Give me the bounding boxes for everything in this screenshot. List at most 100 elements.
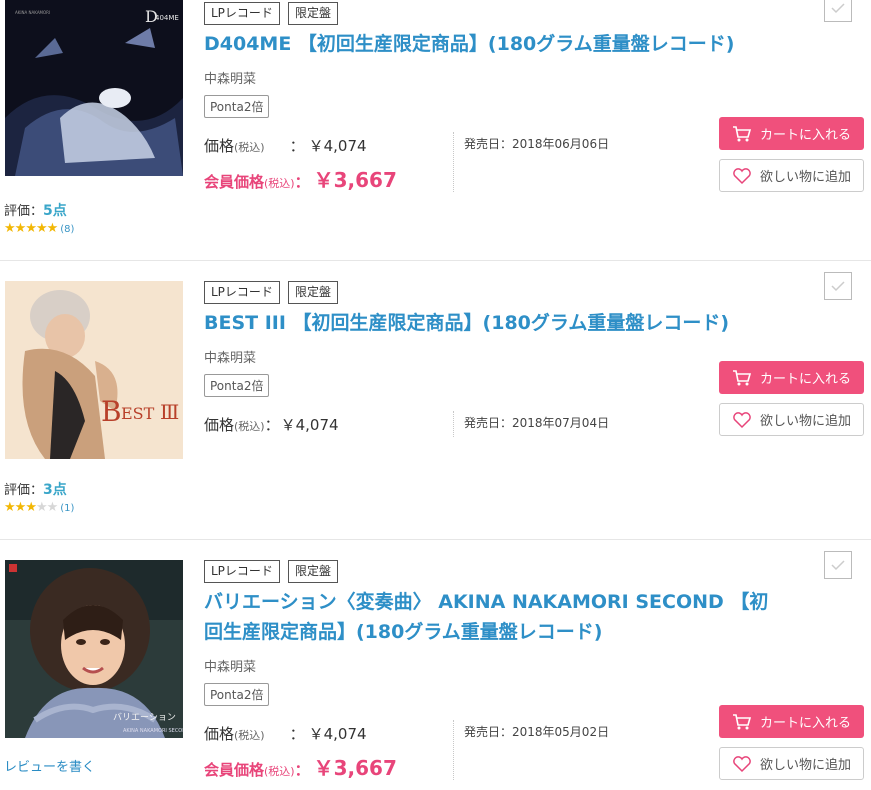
star-icon: ★ [25, 221, 37, 236]
tax-label: (税込) [234, 729, 265, 742]
price-value: ￥4,074 [280, 416, 339, 434]
divider-dotted [453, 720, 454, 780]
wish-button-label: 欲しい物に追加 [759, 758, 851, 773]
member-tax-label: (税込) [264, 765, 295, 778]
album-cover-best-iii[interactable]: B EST Ⅲ [5, 281, 183, 459]
product-title-link[interactable]: BEST III 【初回生産限定商品】(180グラム重量盤レコード) [204, 308, 814, 338]
product-item: B EST Ⅲ 評価：3点 ★★★★★ (1) LPレコード 限定盤 BEST I… [0, 261, 871, 539]
write-review-link[interactable]: レビューを書く [4, 756, 95, 775]
tag-limited: 限定盤 [287, 560, 338, 583]
title-line: バリエーション〈変奏曲〉 AKINA NAKAMORI SECOND 【初 [204, 591, 769, 613]
price-label: 価格 [204, 416, 235, 434]
star-icon: ★ [25, 500, 37, 515]
svg-text:EST: EST [121, 404, 155, 423]
album-cover-image: バリエーション AKINA NAKAMORI SECOND [5, 560, 183, 738]
star-icon: ★ [46, 221, 59, 236]
rating-value: 3点 [43, 482, 67, 498]
member-price-row: 会員価格(税込)： ￥3,667 [204, 164, 397, 193]
star-icon: ★ [4, 221, 16, 236]
add-to-cart-button[interactable]: カートに入れる [719, 361, 864, 394]
member-price-colon: ： [294, 173, 310, 191]
review-count-link[interactable]: (8) [60, 224, 74, 235]
heart-icon [733, 167, 751, 184]
title-line: BEST III 【初回生産限定商品】(180グラム重量盤レコード) [204, 312, 730, 334]
compare-checkbox[interactable] [824, 0, 852, 22]
compare-checkbox[interactable] [824, 272, 852, 300]
album-cover-image: D 404ME AKINA NAKAMORI [5, 0, 183, 176]
product-item: バリエーション AKINA NAKAMORI SECOND レビューを書く LP… [0, 540, 871, 790]
tax-label: (税込) [234, 141, 265, 154]
artist-link[interactable]: 中森明菜 [204, 656, 256, 675]
title-line: D404ME 【初回生産限定商品】(180グラム重量盤レコード) [204, 33, 735, 55]
album-cover-image: B EST Ⅲ [5, 281, 183, 459]
heart-icon [733, 755, 751, 772]
cart-icon [732, 369, 752, 385]
ponta-badge: Ponta2倍 [204, 683, 270, 706]
tag-format: LPレコード [204, 560, 280, 583]
product-tags: LPレコード 限定盤 [204, 2, 338, 25]
product-tags: LPレコード 限定盤 [204, 281, 338, 304]
product-tags: LPレコード 限定盤 [204, 560, 338, 583]
member-price-colon: ： [294, 761, 310, 779]
rating-stars: ★★★★★ (8) [4, 221, 74, 236]
rating-prefix: 評価： [4, 204, 44, 219]
rating-label: 評価：5点 [4, 200, 67, 220]
wish-button-label: 欲しい物に追加 [759, 170, 851, 185]
release-date: 発売日：2018年07月04日 [464, 416, 610, 430]
tag-limited: 限定盤 [287, 281, 338, 304]
price-value: ￥4,074 [308, 725, 367, 743]
rating-value: 5点 [43, 203, 67, 219]
product-title-link[interactable]: D404ME 【初回生産限定商品】(180グラム重量盤レコード) [204, 29, 814, 59]
add-to-cart-button[interactable]: カートに入れる [719, 705, 864, 738]
album-cover-variation[interactable]: バリエーション AKINA NAKAMORI SECOND [5, 560, 183, 738]
release-date: 発売日：2018年06月06日 [464, 137, 610, 151]
price-row: 価格(税込) ：￥4,074 [204, 723, 367, 744]
member-tax-label: (税込) [264, 177, 295, 190]
cart-button-label: カートに入れる [759, 372, 851, 387]
release-date: 発売日：2018年05月02日 [464, 725, 610, 739]
price-colon: ： [289, 725, 305, 743]
add-to-wishlist-button[interactable]: 欲しい物に追加 [719, 403, 864, 436]
check-icon [831, 3, 845, 14]
divider-dotted [453, 411, 454, 437]
product-title-link[interactable]: バリエーション〈変奏曲〉 AKINA NAKAMORI SECOND 【初 回生… [204, 587, 814, 647]
wish-button-label: 欲しい物に追加 [759, 414, 851, 429]
svg-text:B: B [101, 395, 122, 428]
ponta-badge: Ponta2倍 [204, 374, 270, 397]
add-to-cart-button[interactable]: カートに入れる [719, 117, 864, 150]
member-price-value: ￥3,667 [313, 168, 397, 192]
member-price-label: 会員価格 [204, 761, 265, 779]
add-to-wishlist-button[interactable]: 欲しい物に追加 [719, 747, 864, 780]
heart-icon [733, 411, 751, 428]
svg-text:404ME: 404ME [155, 14, 179, 22]
tag-format: LPレコード [204, 2, 280, 25]
compare-checkbox[interactable] [824, 551, 852, 579]
price-row: 価格(税込)：￥4,074 [204, 135, 367, 156]
member-price-row: 会員価格(税込)： ￥3,667 [204, 752, 397, 781]
artist-link[interactable]: 中森明菜 [204, 68, 256, 87]
product-item: D 404ME AKINA NAKAMORI 評価：5点 ★★★★★ (8) LP… [0, 0, 871, 260]
divider-dotted [453, 132, 454, 192]
star-icon: ★ [4, 500, 16, 515]
star-icon: ★ [35, 221, 48, 236]
tag-format: LPレコード [204, 281, 280, 304]
check-icon [831, 281, 845, 292]
artist-link[interactable]: 中森明菜 [204, 347, 256, 366]
price-colon: ： [264, 416, 280, 434]
check-icon [831, 560, 845, 571]
star-icon: ★ [14, 221, 27, 236]
star-icon: ★ [14, 500, 27, 515]
svg-text:バリエーション: バリエーション [113, 712, 176, 723]
tax-label: (税込) [234, 420, 265, 433]
price-label: 価格 [204, 137, 235, 155]
album-cover-d404me[interactable]: D 404ME AKINA NAKAMORI [5, 0, 183, 176]
review-count-link[interactable]: (1) [60, 503, 74, 514]
svg-text:AKINA NAKAMORI SECOND: AKINA NAKAMORI SECOND [123, 728, 183, 734]
star-icon: ★ [35, 500, 48, 515]
price-label: 価格 [204, 725, 235, 743]
rating-prefix: 評価： [4, 483, 44, 498]
cart-icon [732, 713, 752, 729]
ponta-badge: Ponta2倍 [204, 95, 270, 118]
add-to-wishlist-button[interactable]: 欲しい物に追加 [719, 159, 864, 192]
price-row: 価格(税込)：￥4,074 [204, 414, 339, 435]
